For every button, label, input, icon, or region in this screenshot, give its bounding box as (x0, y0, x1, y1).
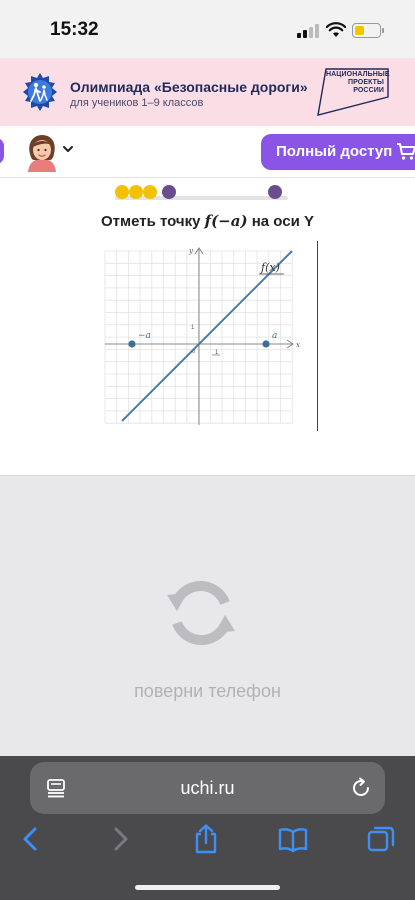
task-title-expression: f(−a) (204, 212, 248, 230)
banner-title: Олимпиада «Безопасные дороги» (70, 79, 308, 95)
share-icon[interactable] (191, 824, 221, 854)
olympiad-banner[interactable]: Олимпиада «Безопасные дороги» для ученик… (0, 58, 415, 126)
point-minus-a-label: −a (138, 331, 151, 341)
bookmarks-icon[interactable] (278, 824, 308, 854)
vertical-divider (317, 241, 318, 431)
rotate-device-icon (167, 580, 235, 646)
back-icon[interactable] (16, 824, 46, 854)
cart-icon (397, 143, 415, 160)
tabs-icon[interactable] (366, 824, 396, 854)
progress-dot-1 (115, 185, 129, 199)
address-bar[interactable]: uchi.ru (30, 762, 385, 814)
point-a (262, 340, 270, 348)
point-a-label: a (272, 331, 277, 341)
task-title-suffix: на оси Y (247, 213, 315, 230)
national-projects-logo-text: НАЦИОНАЛЬНЫЕ ПРОЕКТЫ РОССИИ (326, 71, 390, 94)
function-label: f(x) (260, 261, 280, 274)
wifi-icon (326, 22, 346, 37)
status-bar: 15:32 (0, 0, 415, 58)
battery-tip (382, 28, 384, 33)
function-graph[interactable]: y x 0 1 1 f(x) −a a (100, 243, 310, 428)
olympiad-logo-icon (23, 73, 57, 111)
forward-icon[interactable] (105, 824, 135, 854)
home-indicator (135, 885, 280, 890)
app-header: Полный доступ (0, 126, 415, 178)
chevron-down-icon[interactable] (62, 144, 74, 154)
full-access-label: Полный доступ (276, 143, 393, 160)
battery-icon (352, 23, 381, 38)
unit-y-label: 1 (191, 325, 195, 331)
url-text: uchi.ru (180, 778, 235, 798)
progress-dot-4 (162, 185, 176, 199)
reload-icon[interactable] (350, 777, 372, 799)
point-minus-a (128, 340, 136, 348)
task-title-prefix: Отметь точку (100, 213, 205, 230)
rotate-phone-message: поверни телефон (134, 681, 281, 701)
side-menu-tab[interactable] (0, 138, 4, 164)
progress-dot-3 (143, 185, 157, 199)
task-title: Отметь точку f(−a) на оси Y (0, 212, 415, 230)
progress-dot-2 (129, 185, 143, 199)
cellular-signal-icon (297, 24, 319, 38)
status-time: 15:32 (50, 19, 99, 40)
progress-dot-5 (268, 185, 282, 199)
user-avatar[interactable] (24, 132, 60, 172)
banner-subtitle: для учеников 1–9 классов (70, 97, 204, 109)
full-access-button[interactable]: Полный доступ (261, 134, 415, 170)
task-progress (115, 185, 290, 201)
x-axis-label: x (296, 341, 300, 349)
